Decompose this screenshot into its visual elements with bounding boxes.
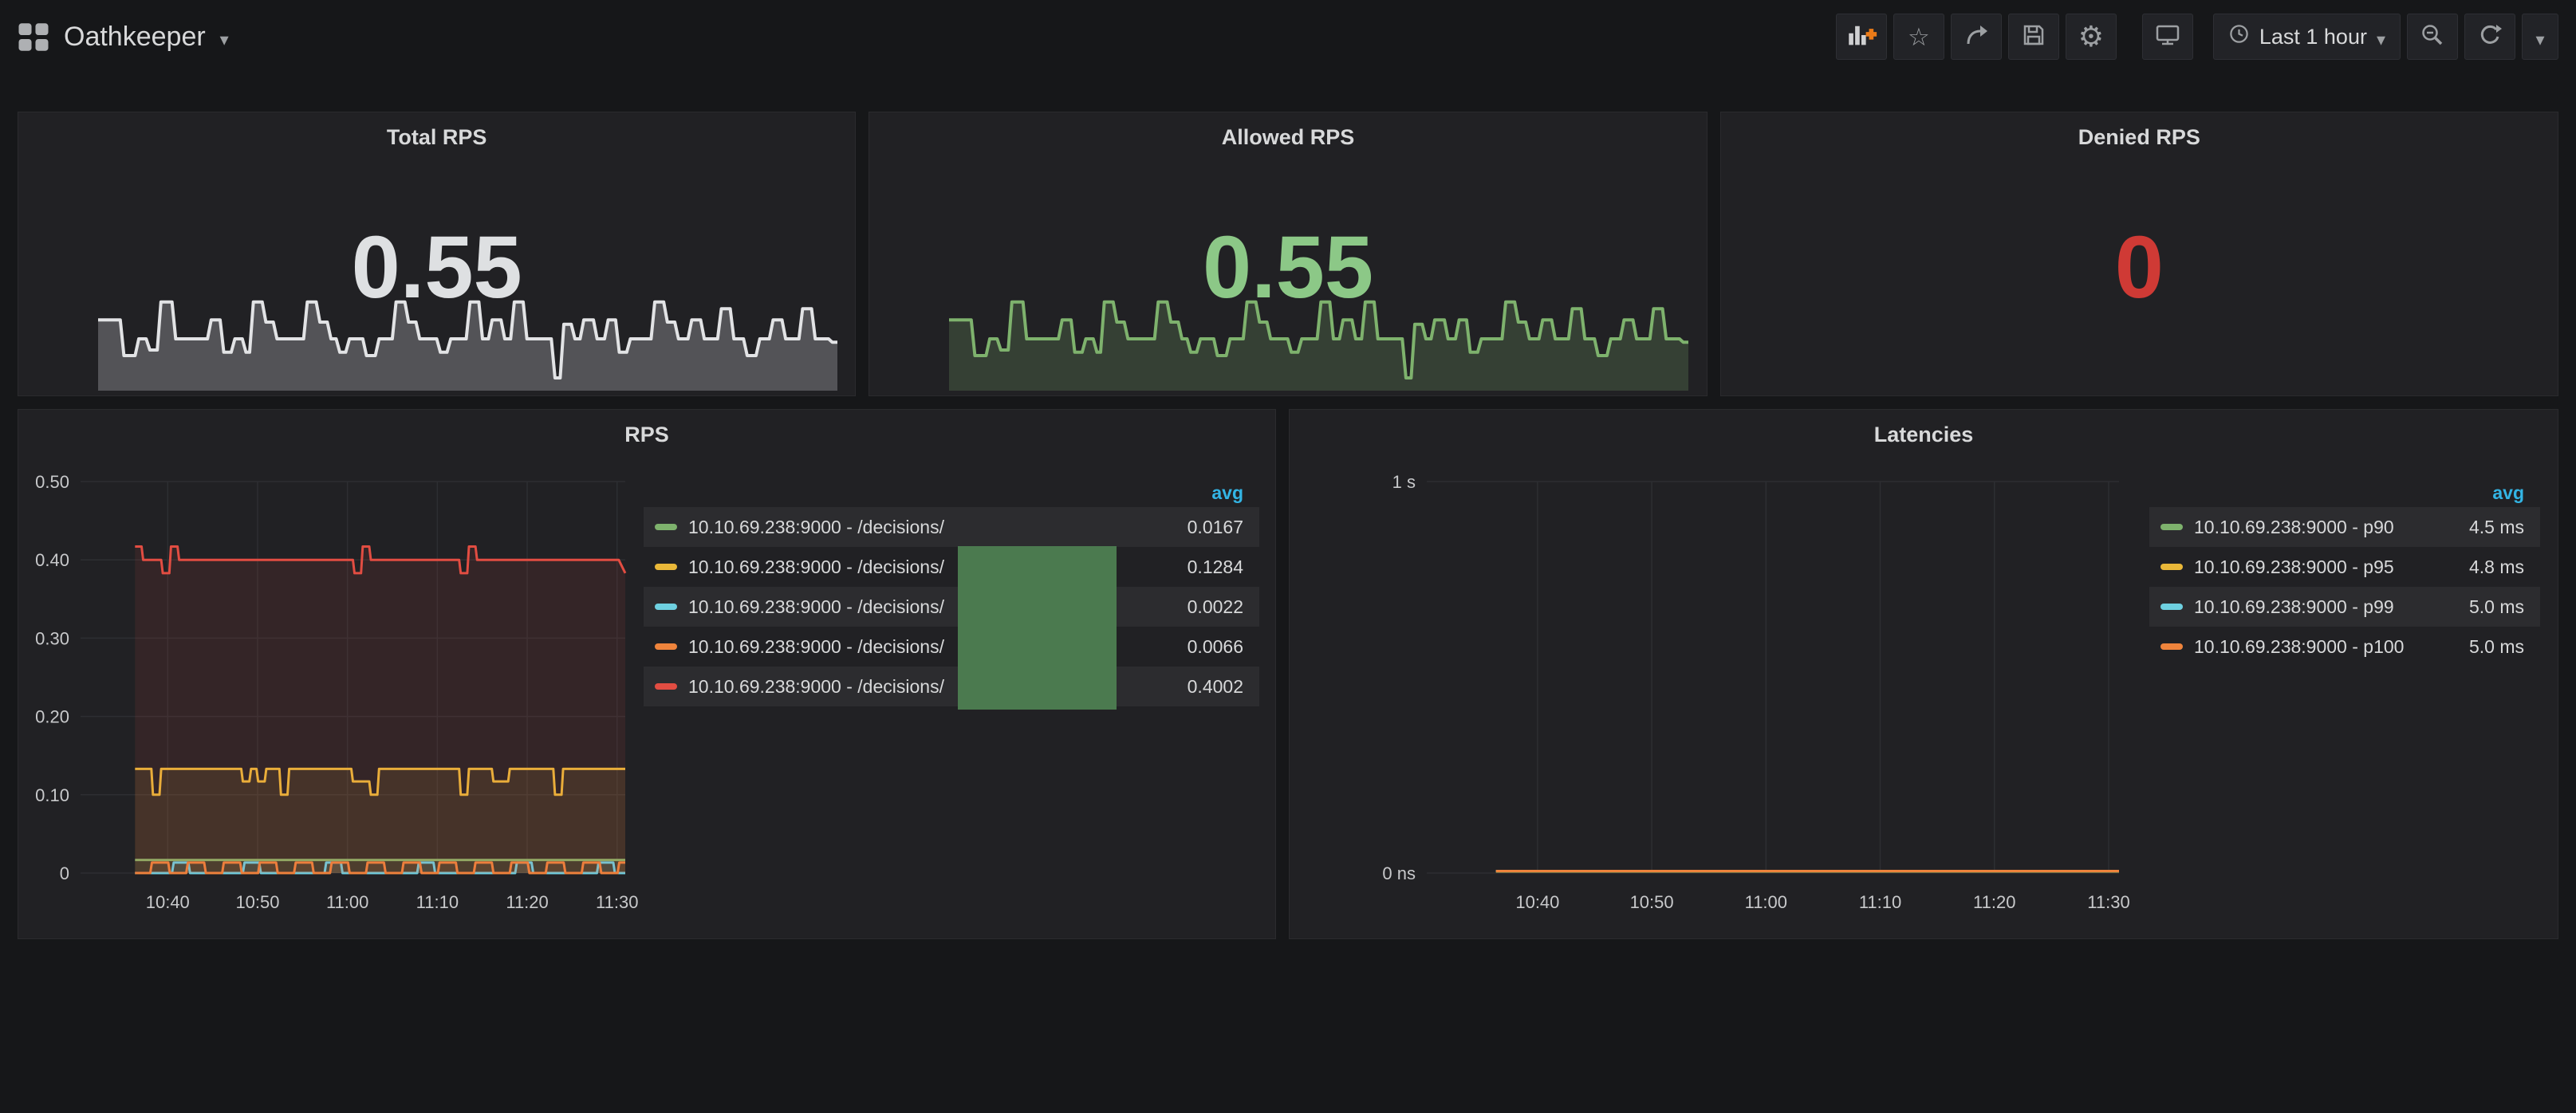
series-color-swatch[interactable] <box>2160 524 2183 530</box>
series-color-swatch[interactable] <box>2160 604 2183 610</box>
series-avg-value: 4.5 ms <box>2469 517 2524 538</box>
clock-icon <box>2228 23 2250 50</box>
refresh-interval-button[interactable]: ▾ <box>2522 14 2558 60</box>
series-label[interactable]: 10.10.69.238:9000 - p90 <box>2194 517 2469 538</box>
svg-text:11:30: 11:30 <box>596 892 638 912</box>
refresh-button[interactable] <box>2464 14 2515 60</box>
latencies-chart[interactable]: 0 ns 1 s 10:40 10:50 11:00 11:10 11:20 11:30 <box>1306 472 2127 930</box>
series-label[interactable]: 10.10.69.238:9000 - p100 <box>2194 636 2469 658</box>
svg-text:11:00: 11:00 <box>326 892 368 912</box>
legend-row: 10.10.69.238:9000 - /decisions/ 0.1284 <box>644 547 1259 587</box>
series-color-swatch[interactable] <box>655 643 677 650</box>
series-avg-value: 0.0167 <box>1188 517 1243 538</box>
panel-allowed-rps: Allowed RPS 0.55 <box>869 112 1707 396</box>
svg-text:11:00: 11:00 <box>1745 892 1787 912</box>
svg-text:11:20: 11:20 <box>1973 892 2015 912</box>
chevron-down-icon: ▾ <box>2377 23 2385 50</box>
dashboard-grid-icon[interactable] <box>18 22 49 52</box>
series-label[interactable]: 10.10.69.238:9000 - p99 <box>2194 596 2469 618</box>
legend-avg-header[interactable]: avg <box>1211 482 1243 504</box>
svg-text:0.20: 0.20 <box>35 707 69 727</box>
add-panel-button[interactable] <box>1836 14 1887 60</box>
star-button[interactable]: ☆ <box>1893 14 1944 60</box>
legend-row: 10.10.69.238:9000 - /decisions/ 0.4002 <box>644 667 1259 706</box>
cycle-view-mode-button[interactable] <box>2142 14 2193 60</box>
star-icon: ☆ <box>1908 25 1930 49</box>
allowed-rps-sparkline <box>949 273 1688 392</box>
svg-text:10:50: 10:50 <box>1630 892 1674 912</box>
svg-text:0.40: 0.40 <box>35 550 69 570</box>
stat-value: 0 <box>1721 224 2558 312</box>
panel-rps: RPS 0 0.10 0.20 0.30 0.40 0.50 10:40 10:50 11:00… <box>18 409 1276 939</box>
panel-title[interactable]: RPS <box>18 410 1275 447</box>
save-button[interactable] <box>2008 14 2059 60</box>
rps-legend: avg 10.10.69.238:9000 - /decisions/ 0.01… <box>644 478 1259 706</box>
series-avg-value: 0.0066 <box>1188 636 1243 658</box>
chevron-down-icon[interactable]: ▾ <box>220 23 229 50</box>
time-range-button[interactable]: Last 1 hour ▾ <box>2213 14 2401 60</box>
zoom-out-icon <box>2420 22 2445 52</box>
chevron-down-icon: ▾ <box>2535 23 2544 50</box>
svg-text:11:30: 11:30 <box>2087 892 2129 912</box>
legend-row: 10.10.69.238:9000 - p95 4.8 ms <box>2149 547 2540 587</box>
panel-total-rps: Total RPS 0.55 <box>18 112 856 396</box>
svg-text:11:10: 11:10 <box>416 892 459 912</box>
latencies-legend: avg 10.10.69.238:9000 - p90 4.5 ms 10.10… <box>2149 478 2540 667</box>
svg-text:11:20: 11:20 <box>506 892 548 912</box>
zoom-out-button[interactable] <box>2407 14 2458 60</box>
panel-title[interactable]: Allowed RPS <box>869 112 1706 150</box>
series-avg-value: 5.0 ms <box>2469 596 2524 618</box>
series-color-swatch[interactable] <box>2160 564 2183 570</box>
svg-text:1 s: 1 s <box>1392 472 1416 492</box>
panel-latencies: Latencies 0 ns 1 s 10:40 10:50 11:00 11:10 11:… <box>1289 409 2558 939</box>
series-color-swatch[interactable] <box>655 524 677 530</box>
series-avg-value: 0.4002 <box>1188 676 1243 698</box>
legend-row: 10.10.69.238:9000 - /decisions/ 0.0066 <box>644 627 1259 667</box>
legend-row: 10.10.69.238:9000 - p99 5.0 ms <box>2149 587 2540 627</box>
series-color-swatch[interactable] <box>655 683 677 690</box>
panel-title[interactable]: Latencies <box>1290 410 2558 447</box>
legend-row: 10.10.69.238:9000 - p90 4.5 ms <box>2149 507 2540 547</box>
svg-text:0.50: 0.50 <box>35 472 69 492</box>
monitor-icon <box>2155 22 2180 52</box>
panel-title[interactable]: Denied RPS <box>1721 112 2558 150</box>
legend-row: 10.10.69.238:9000 - /decisions/ 0.0167 <box>644 507 1259 547</box>
svg-text:10:50: 10:50 <box>235 892 279 912</box>
panel-title[interactable]: Total RPS <box>18 112 855 150</box>
series-avg-value: 0.1284 <box>1188 556 1243 578</box>
share-button[interactable] <box>1951 14 2002 60</box>
add-panel-icon <box>1845 21 1878 53</box>
total-rps-sparkline <box>98 273 837 392</box>
redaction-overlay <box>958 546 1117 710</box>
panel-denied-rps: Denied RPS 0 <box>1720 112 2558 396</box>
series-avg-value: 5.0 ms <box>2469 636 2524 658</box>
series-avg-value: 4.8 ms <box>2469 556 2524 578</box>
svg-text:0.10: 0.10 <box>35 785 69 805</box>
series-color-swatch[interactable] <box>655 564 677 570</box>
series-avg-value: 0.0022 <box>1188 596 1243 618</box>
svg-text:10:40: 10:40 <box>146 892 190 912</box>
series-label[interactable]: 10.10.69.238:9000 - /decisions/ <box>688 517 1188 538</box>
settings-button[interactable]: ⚙ <box>2066 14 2117 60</box>
svg-text:10:40: 10:40 <box>1515 892 1559 912</box>
refresh-icon <box>2477 22 2503 52</box>
svg-text:0 ns: 0 ns <box>1382 863 1416 883</box>
legend-row: 10.10.69.238:9000 - p100 5.0 ms <box>2149 627 2540 667</box>
rps-chart[interactable]: 0 0.10 0.20 0.30 0.40 0.50 10:40 10:50 11:00 11:1… <box>34 472 628 930</box>
time-range-label: Last 1 hour <box>2259 25 2367 49</box>
legend-avg-header[interactable]: avg <box>2492 482 2524 504</box>
svg-text:0: 0 <box>60 863 69 883</box>
svg-text:11:10: 11:10 <box>1859 892 1901 912</box>
svg-text:0.30: 0.30 <box>35 628 69 648</box>
save-icon <box>2021 22 2046 52</box>
legend-row: 10.10.69.238:9000 - /decisions/ 0.0022 <box>644 587 1259 627</box>
share-icon <box>1964 22 1989 52</box>
dashboard-title[interactable]: Oathkeeper <box>64 22 206 53</box>
gear-icon: ⚙ <box>2078 22 2104 51</box>
navbar: Oathkeeper ▾ ☆ ⚙ <box>0 0 2576 73</box>
series-color-swatch[interactable] <box>2160 643 2183 650</box>
series-color-swatch[interactable] <box>655 604 677 610</box>
series-label[interactable]: 10.10.69.238:9000 - p95 <box>2194 556 2469 578</box>
